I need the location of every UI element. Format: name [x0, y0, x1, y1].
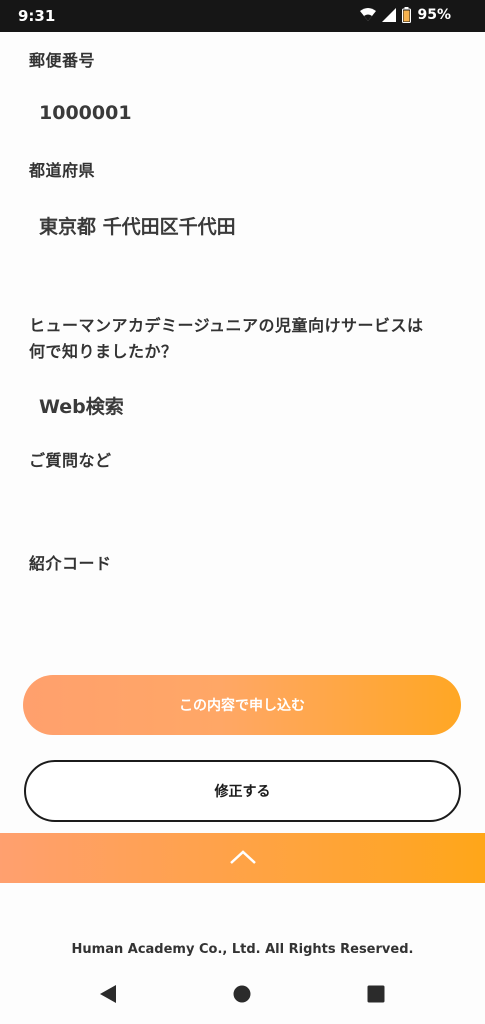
postal-code-value: 1000001: [39, 102, 132, 124]
battery-icon: [402, 7, 412, 23]
source-question-line2: 何で知りましたか？: [29, 342, 178, 361]
submit-button[interactable]: この内容で申し込む: [23, 675, 461, 735]
questions-label: ご質問など: [29, 451, 112, 470]
nav-back-button[interactable]: [99, 984, 117, 1008]
edit-button[interactable]: 修正する: [24, 760, 461, 822]
copyright-text: Human Academy Co., Ltd. All Rights Reser…: [71, 942, 414, 957]
prefecture-label: 都道府県: [29, 161, 96, 180]
source-answer-value: Web検索: [39, 396, 124, 418]
status-time: 9:31: [18, 7, 56, 25]
status-icons: 95%: [360, 7, 451, 23]
page-top-button[interactable]: [0, 833, 485, 883]
recents-square-icon: [367, 985, 385, 1003]
address-value: 東京都 千代田区千代田: [39, 216, 236, 238]
nav-home-button[interactable]: [233, 985, 251, 1007]
status-bar: 9:31 95%: [0, 0, 485, 32]
source-question-line1: ヒューマンアカデミージュニアの児童向けサービスは: [29, 316, 424, 335]
nav-recents-button[interactable]: [367, 985, 385, 1007]
postal-code-label: 郵便番号: [29, 51, 96, 70]
battery-percent: 95%: [417, 7, 451, 23]
referral-code-label: 紹介コード: [29, 554, 112, 573]
signal-icon: [382, 8, 397, 22]
wifi-icon: [360, 8, 377, 22]
home-circle-icon: [233, 985, 251, 1003]
back-triangle-icon: [100, 985, 116, 1003]
chevron-up-icon: [230, 850, 256, 864]
